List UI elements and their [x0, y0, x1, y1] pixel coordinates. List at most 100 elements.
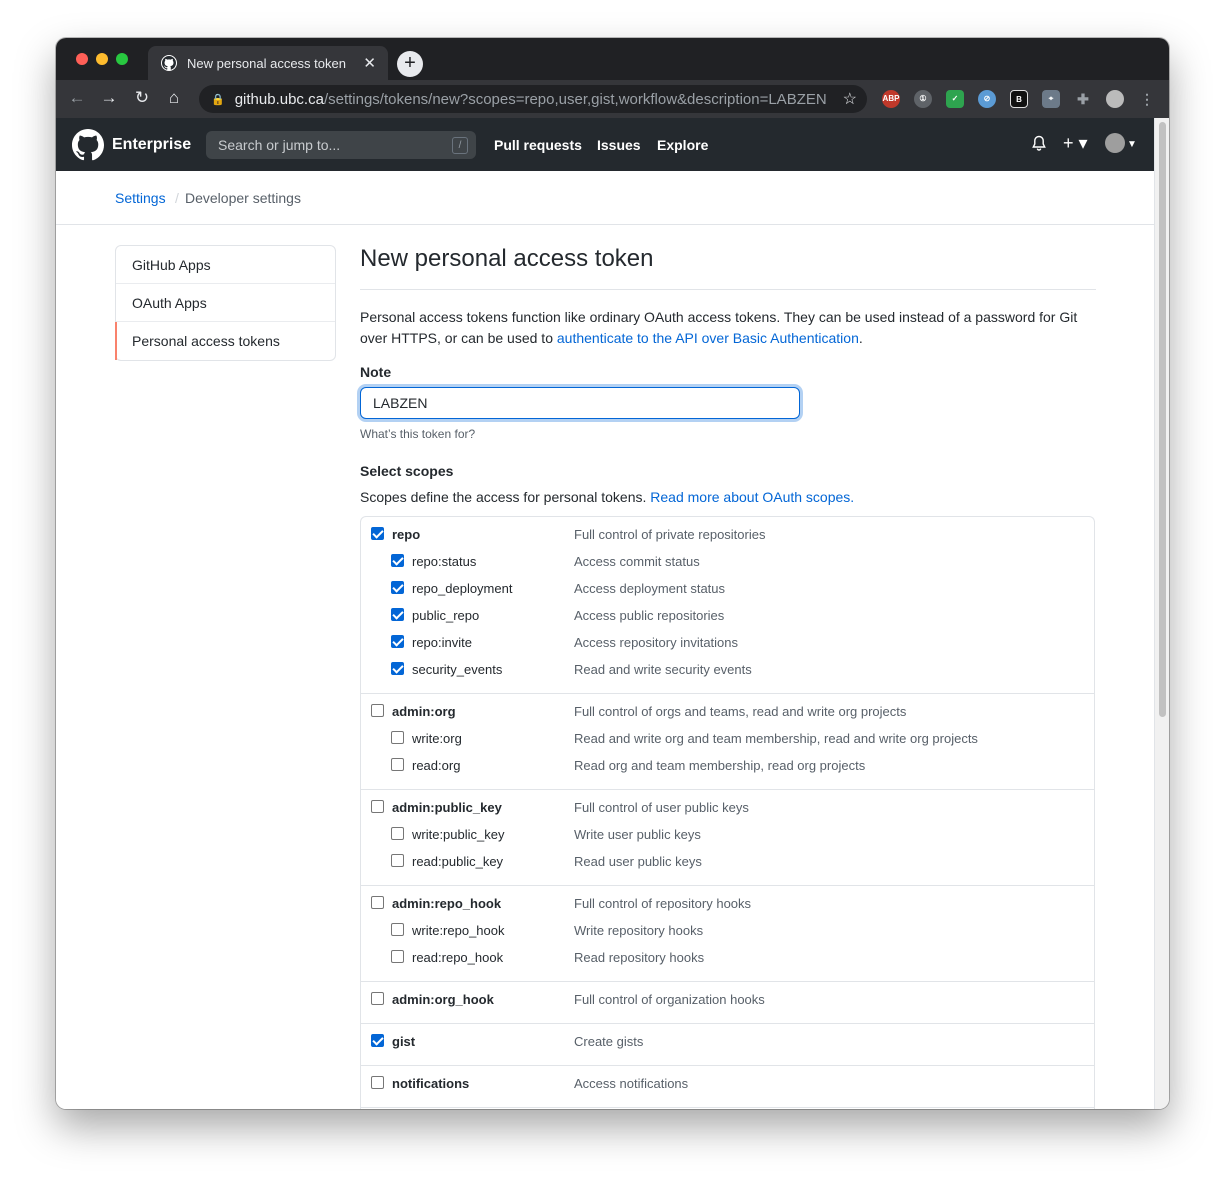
scope-description: Full control of private repositories [574, 527, 766, 542]
chevron-down-icon: ▼ [1127, 139, 1137, 151]
scope-checkbox-write-public-key[interactable] [391, 827, 404, 840]
browser-tab[interactable]: New personal access token ✕ [148, 46, 388, 80]
menu-item-personal-access-tokens[interactable]: Personal access tokens [115, 322, 335, 360]
url-host: github.ubc.ca [234, 90, 324, 108]
reload-icon[interactable]: ↻ [131, 88, 153, 108]
user-avatar-dropdown[interactable]: ▼ [1105, 133, 1137, 153]
forward-icon[interactable]: → [98, 88, 120, 108]
scopes-table: repo Full control of private repositories… [360, 516, 1095, 1109]
bookmark-star-icon[interactable]: ☆ [843, 89, 857, 109]
scope-checkbox-admin-org[interactable] [371, 704, 384, 717]
scope-description: Read repository hooks [574, 950, 705, 965]
basic-auth-link[interactable]: authenticate to the API over Basic Authe… [557, 330, 859, 346]
scope-checkbox-repo-status[interactable] [391, 554, 404, 567]
home-icon[interactable]: ⌂ [163, 88, 185, 108]
tab-close-icon[interactable]: ✕ [363, 54, 376, 72]
address-bar[interactable]: 🔒 github.ubc.ca/settings/tokens/new?scop… [199, 85, 867, 113]
scope-group-admin-org: admin:org Full control of orgs and teams,… [361, 694, 1094, 790]
scope-checkbox-admin-repo-hook[interactable] [371, 896, 384, 909]
scope-row-read-public-key: read:public_key Read user public keys [361, 852, 1094, 879]
close-window-button[interactable] [76, 53, 88, 65]
page-scrollbar[interactable] [1154, 118, 1169, 1109]
scope-name: admin:public_key [392, 800, 502, 815]
nav-pull-requests[interactable]: Pull requests [494, 137, 582, 153]
notifications-bell-icon[interactable] [1031, 135, 1047, 157]
scope-checkbox-write-repo-hook[interactable] [391, 923, 404, 936]
developer-settings-menu: GitHub Apps OAuth Apps Personal access t… [115, 245, 336, 361]
scope-checkbox-admin-public-key[interactable] [371, 800, 384, 813]
new-tab-button[interactable]: + [397, 51, 423, 77]
password-extension-icon[interactable]: ① [914, 90, 932, 108]
search-shortcut-key: / [452, 136, 468, 154]
tab-strip: New personal access token ✕ + [56, 38, 1169, 80]
scope-description: Create gists [574, 1034, 644, 1049]
scope-checkbox-repo-deployment[interactable] [391, 581, 404, 594]
scope-checkbox-read-public-key[interactable] [391, 854, 404, 867]
scope-checkbox-admin-org-hook[interactable] [371, 992, 384, 1005]
satellite-extension-icon[interactable]: ⌖ [1042, 90, 1060, 108]
scope-row-public-repo: public_repo Access public repositories [361, 606, 1094, 633]
scope-name: public_repo [412, 608, 480, 623]
checkmark-extension-icon[interactable]: ✓ [946, 90, 964, 108]
scope-row-write-public-key: write:public_key Write user public keys [361, 825, 1094, 852]
scope-name: gist [392, 1034, 416, 1049]
scope-checkbox-read-repo-hook[interactable] [391, 950, 404, 963]
scope-name: admin:org_hook [392, 992, 494, 1007]
scope-checkbox-security-events[interactable] [391, 662, 404, 675]
scope-checkbox-read-org[interactable] [391, 758, 404, 771]
scopes-description: Scopes define the access for personal to… [360, 489, 1096, 505]
scope-name: write:org [412, 731, 462, 746]
maximize-window-button[interactable] [116, 53, 128, 65]
search-input[interactable]: Search or jump to... / [206, 131, 476, 159]
scope-checkbox-write-org[interactable] [391, 731, 404, 744]
profile-avatar-icon[interactable] [1106, 90, 1124, 108]
scope-checkbox-notifications[interactable] [371, 1076, 384, 1089]
scope-name: repo [392, 527, 421, 542]
scope-name: repo:status [412, 554, 477, 569]
oauth-scopes-link[interactable]: Read more about OAuth scopes. [650, 489, 854, 505]
github-logo-icon[interactable] [72, 129, 104, 161]
minimize-window-button[interactable] [96, 53, 108, 65]
nav-issues[interactable]: Issues [597, 137, 641, 153]
menu-item-oauth-apps[interactable]: OAuth Apps [116, 284, 335, 322]
breadcrumb-settings-link[interactable]: Settings [115, 190, 166, 206]
adblock-extension-icon[interactable]: ABP [882, 90, 900, 108]
scope-name: repo_deployment [412, 581, 513, 596]
scope-row-write-org: write:org Read and write org and team mem… [361, 729, 1094, 756]
url-text[interactable]: github.ubc.ca/settings/tokens/new?scopes… [235, 91, 843, 108]
scope-name: admin:repo_hook [392, 896, 502, 911]
breadcrumb-separator: / [175, 190, 179, 206]
note-input[interactable] [360, 387, 800, 419]
create-new-dropdown-icon[interactable]: + ▾ [1063, 133, 1088, 154]
scope-checkbox-repo-invite[interactable] [391, 635, 404, 648]
extensions-puzzle-icon[interactable]: ✚ [1074, 90, 1092, 108]
scope-description: Access commit status [574, 554, 700, 569]
scope-row-repo-invite: repo:invite Access repository invitations [361, 633, 1094, 660]
chrome-menu-icon[interactable]: ⋮ [1138, 90, 1156, 108]
lock-icon[interactable]: 🔒 [211, 93, 225, 106]
scope-checkbox-public-repo[interactable] [391, 608, 404, 621]
back-icon[interactable]: ← [66, 88, 88, 108]
scope-group-notifications: notifications Access notifications [361, 1066, 1094, 1108]
scope-description: Read and write org and team membership, … [574, 731, 978, 746]
scope-group-gist: gist Create gists [361, 1024, 1094, 1066]
compass-extension-icon[interactable]: ⊘ [978, 90, 996, 108]
scope-group-repo: repo Full control of private repositories… [361, 517, 1094, 694]
nav-explore[interactable]: Explore [657, 137, 708, 153]
menu-item-github-apps[interactable]: GitHub Apps [116, 246, 335, 284]
scope-group-admin-org-hook: admin:org_hook Full control of organizati… [361, 982, 1094, 1024]
scope-group-admin-public-key: admin:public_key Full control of user pub… [361, 790, 1094, 886]
scrollbar-thumb[interactable] [1159, 122, 1166, 717]
scope-description: Read org and team membership, read org p… [574, 758, 866, 773]
scope-description: Access public repositories [574, 608, 725, 623]
scope-row-read-repo-hook: read:repo_hook Read repository hooks [361, 948, 1094, 975]
scope-checkbox-repo[interactable] [371, 527, 384, 540]
scope-checkbox-gist[interactable] [371, 1034, 384, 1047]
scope-name: admin:org [392, 704, 456, 719]
enterprise-label[interactable]: Enterprise [112, 136, 191, 154]
b-extension-icon[interactable]: B [1010, 90, 1028, 108]
scope-name: read:repo_hook [412, 950, 504, 965]
avatar [1105, 133, 1125, 153]
intro-text: Personal access tokens function like ord… [360, 307, 1096, 349]
url-path: /settings/tokens/new?scopes=repo,user,gi… [323, 90, 827, 108]
